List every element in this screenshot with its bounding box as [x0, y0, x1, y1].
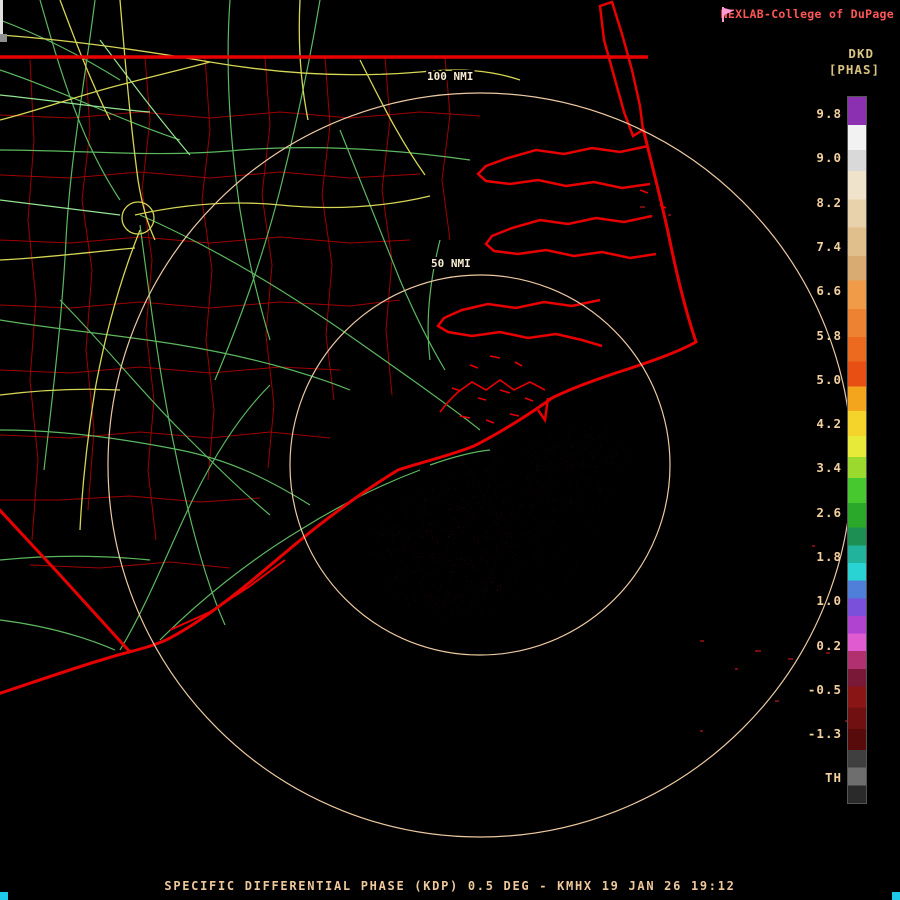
radar-display: 100 NMI 50 NMI NEXLAB-College of DuPage … — [0, 0, 900, 900]
colorbar-tick-label: 3.4 — [816, 460, 842, 476]
colorbar-tick-label: 5.0 — [816, 371, 842, 387]
cod-logo-icon — [721, 7, 734, 22]
edge-mark-vertical — [0, 0, 3, 34]
colorbar-tick-label: -0.5 — [807, 681, 842, 697]
colorbar-tick-label: 9.0 — [816, 150, 842, 166]
colorbar-tick-label: 9.8 — [816, 106, 842, 121]
range-label-50nmi: 50 NMI — [431, 257, 471, 270]
range-label-100nmi: 100 NMI — [427, 70, 473, 83]
colorbar-tick-label: -1.3 — [807, 726, 842, 742]
corner-mark-bottom-left — [0, 892, 8, 900]
attribution-text: NEXLAB-College of DuPage — [720, 7, 894, 21]
radar-map: 100 NMI 50 NMI — [0, 0, 863, 838]
colorbar-tick-label: 1.8 — [816, 549, 842, 564]
edge-mark-square — [0, 34, 7, 42]
colorbar-tick-label: 4.2 — [816, 416, 842, 432]
product-caption: SPECIFIC DIFFERENTIAL PHASE (KDP) 0.5 DE… — [164, 879, 736, 893]
colorbar-tick-label: 8.2 — [816, 194, 842, 210]
colorbar-tick-label: 6.6 — [816, 283, 842, 299]
corner-mark-bottom-right — [892, 892, 900, 900]
colorbar-threshold-label: TH — [824, 770, 842, 785]
colorbar-tick-label: 2.6 — [816, 504, 842, 520]
colorbar-tick-label: 5.8 — [816, 327, 842, 343]
product-code: DKD — [848, 46, 874, 61]
radar-echoes — [357, 390, 670, 650]
road-lines-bright-green — [0, 39, 191, 216]
colorbar-tick-label: 1.0 — [816, 593, 842, 609]
product-units: [PHAS] — [828, 62, 880, 77]
colorbar-gradient — [847, 96, 867, 804]
colorbar-tick-label: 0.2 — [816, 637, 842, 653]
colorbar-tick-label: 7.4 — [816, 238, 842, 254]
attribution: NEXLAB-College of DuPage — [720, 7, 894, 22]
